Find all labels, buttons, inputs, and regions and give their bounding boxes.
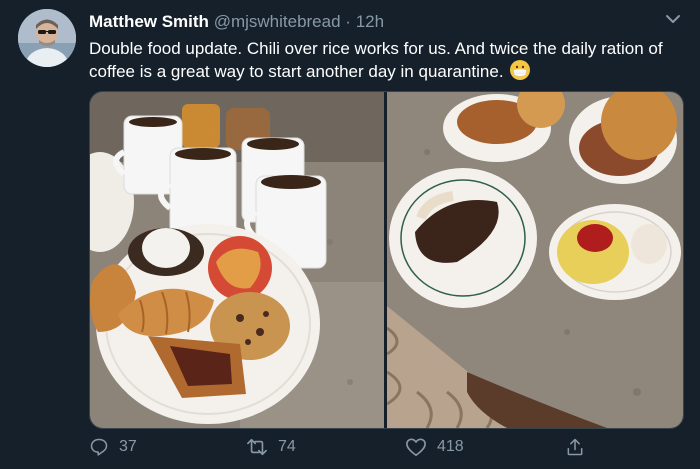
chevron-down-icon[interactable] [664, 10, 682, 28]
share-button[interactable] [565, 437, 595, 457]
heart-icon [406, 438, 426, 456]
retweet-icon [247, 438, 267, 456]
avatar[interactable] [18, 9, 76, 67]
author-handle[interactable]: @mjswhitebread [214, 12, 341, 31]
tweet-text-body: Double food update. Chili over rice work… [89, 39, 663, 81]
separator-dot: · [345, 12, 351, 31]
retweet-button[interactable]: 74 [246, 437, 296, 457]
reply-icon [90, 438, 108, 456]
share-icon [567, 438, 583, 456]
tweet-text: Double food update. Chili over rice work… [89, 37, 669, 83]
author-name[interactable]: Matthew Smith [89, 12, 209, 31]
reply-button[interactable]: 37 [89, 437, 137, 457]
like-button[interactable]: 418 [405, 437, 464, 457]
tweet-card[interactable]: Matthew Smith @mjswhitebread · 12h Doubl… [0, 0, 700, 469]
face-with-medical-mask-icon [509, 60, 530, 80]
retweet-count: 74 [278, 438, 296, 455]
action-bar: 37 74 418 [89, 437, 689, 463]
tweet-timestamp[interactable]: 12h [356, 12, 384, 31]
dessert-photo[interactable] [387, 92, 683, 428]
media-grid[interactable] [89, 91, 684, 429]
tweet-header: Matthew Smith @mjswhitebread · 12h [89, 11, 384, 33]
avatar-photo [18, 9, 76, 67]
breakfast-photo[interactable] [90, 92, 384, 428]
like-count: 418 [437, 438, 464, 455]
reply-count: 37 [119, 438, 137, 455]
